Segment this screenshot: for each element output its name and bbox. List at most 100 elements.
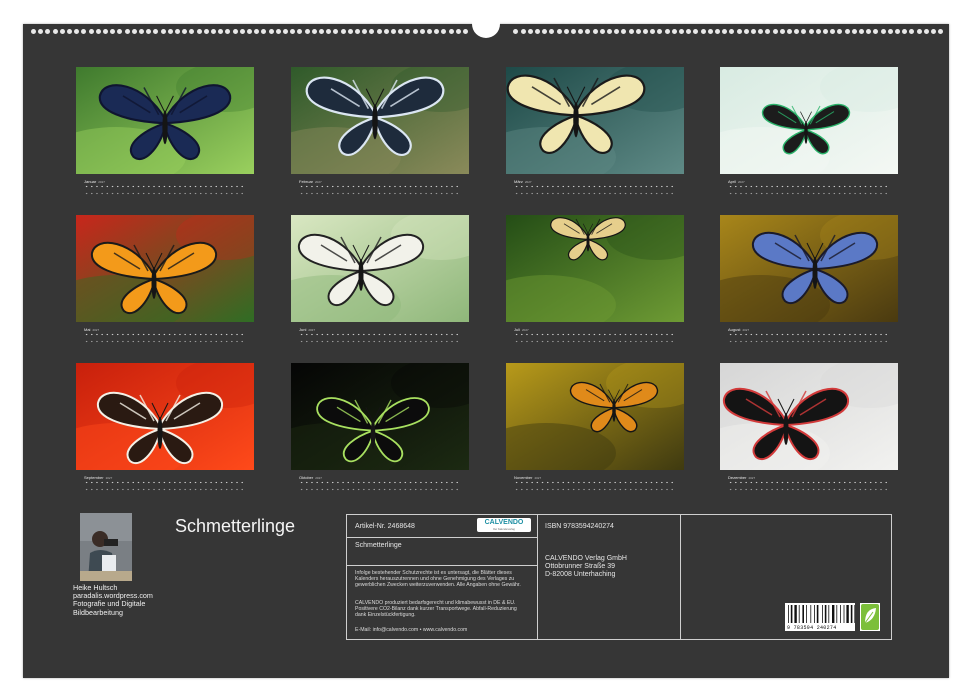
binding-hole: [923, 29, 929, 34]
binding-hole: [873, 29, 879, 34]
day-numbers-row: [728, 192, 890, 198]
binding-hole: [347, 29, 353, 34]
month-year: 2027: [522, 328, 529, 332]
weekday-row: [514, 333, 676, 339]
article-number: Artikel-Nr. 2468648: [355, 523, 415, 530]
binding-hole: [369, 29, 375, 34]
binding-hole: [247, 29, 252, 34]
binding-hole: [225, 29, 231, 34]
binding-hole: [628, 29, 634, 34]
binding-hole: [275, 29, 281, 34]
binding-hole: [95, 29, 101, 34]
binding-hole: [916, 29, 922, 34]
author-description: Fotografie und Digitale Bildbearbeitung: [73, 599, 146, 617]
binding-hole: [895, 29, 900, 34]
binding-hole: [110, 29, 116, 34]
product-info-box: Artikel-Nr. 2468648 CALVENDO Der Kalende…: [346, 514, 892, 640]
month-12: Dezember 2027: [720, 363, 898, 494]
binding-hole: [758, 29, 764, 34]
binding-hole: [801, 29, 807, 34]
binding-hole: [383, 29, 389, 34]
month-name: Juli 2027: [514, 327, 684, 332]
binding-hole: [355, 29, 360, 34]
weekday-row: [84, 185, 246, 191]
calvendo-logo-text: CALVENDO: [484, 519, 524, 526]
binding-hole: [463, 29, 468, 34]
barcode-digits: 9 783594 240274: [787, 625, 837, 631]
month-name: November 2027: [514, 475, 684, 480]
binding-hole: [837, 29, 843, 34]
month-2: Februar 2027: [291, 67, 469, 198]
binding-hole: [239, 29, 245, 34]
month-10: Oktober 2027: [291, 363, 469, 494]
binding-hole: [815, 29, 821, 34]
weekday-row: [728, 481, 890, 487]
month-year: 2027: [738, 180, 745, 184]
butterfly-photo: [506, 67, 684, 174]
binding-hole: [189, 29, 195, 34]
month-8: August 2027: [720, 215, 898, 346]
binding-hole: [139, 29, 144, 34]
month-name: Mai 2027: [84, 327, 254, 332]
weekday-row: [728, 185, 890, 191]
binding-hole: [938, 29, 944, 34]
binding-hole: [131, 29, 137, 34]
binding-hole: [45, 29, 51, 34]
day-numbers-row: [514, 340, 676, 346]
month-6: Juni 2027: [291, 215, 469, 346]
binding-hole: [167, 29, 173, 34]
binding-hole: [218, 29, 224, 34]
binding-hole: [787, 29, 792, 34]
weekday-row: [299, 333, 461, 339]
binding-hole: [808, 29, 814, 34]
month-year: 2027: [534, 476, 542, 480]
weekday-row: [84, 481, 246, 487]
contact-line: E-Mail: info@calvendo.com • www.calvendo…: [355, 627, 468, 633]
binding-hole: [686, 29, 692, 34]
binding-hole: [311, 29, 317, 34]
binding-hole: [585, 29, 591, 34]
divider: [347, 565, 537, 566]
month-label: April: [728, 179, 737, 184]
publisher-city: D-82008 Unterhaching: [545, 571, 616, 578]
binding-hole: [124, 29, 130, 34]
binding-hole: [319, 29, 324, 34]
month-7: Juli 2027: [506, 215, 684, 346]
hanger-notch: [472, 16, 500, 38]
binding-hole: [707, 29, 713, 34]
month-label: September: [84, 475, 104, 480]
month-4: April 2027: [720, 67, 898, 198]
binding-hole: [887, 29, 893, 34]
binding-hole: [657, 29, 663, 34]
month-year: 2027: [315, 476, 322, 480]
binding-hole: [376, 29, 382, 34]
month-label: Oktober: [299, 475, 314, 480]
binding-hole: [679, 29, 684, 34]
legal-notice: Infolge bestehender Schutzrechte ist es …: [355, 570, 521, 589]
isbn-barcode: 9 783594 240274: [785, 603, 855, 631]
product-title: Schmetterlinge: [355, 542, 402, 549]
month-label: Juni: [299, 327, 307, 332]
binding-hole: [671, 29, 677, 34]
month-name: Juni 2027: [299, 327, 469, 332]
spiral-binding: [23, 16, 949, 40]
binding-hole: [232, 29, 238, 34]
month-name: August 2027: [728, 327, 898, 332]
butterfly-photo: [506, 363, 684, 470]
binding-hole: [578, 29, 584, 34]
binding-hole: [614, 29, 620, 34]
binding-hole: [635, 29, 641, 34]
month-year: 2027: [92, 328, 100, 332]
month-label: August: [728, 327, 741, 332]
binding-hole: [556, 29, 562, 34]
binding-hole: [398, 29, 404, 34]
binding-hole: [419, 29, 425, 34]
isbn: ISBN 9783594240274: [545, 523, 614, 530]
binding-hole: [455, 29, 461, 34]
binding-hole: [153, 29, 159, 34]
month-year: 2027: [315, 180, 322, 184]
binding-hole: [823, 29, 828, 34]
binding-hole: [333, 29, 339, 34]
month-name: Januar 2027: [84, 179, 254, 184]
binding-hole: [729, 29, 735, 34]
